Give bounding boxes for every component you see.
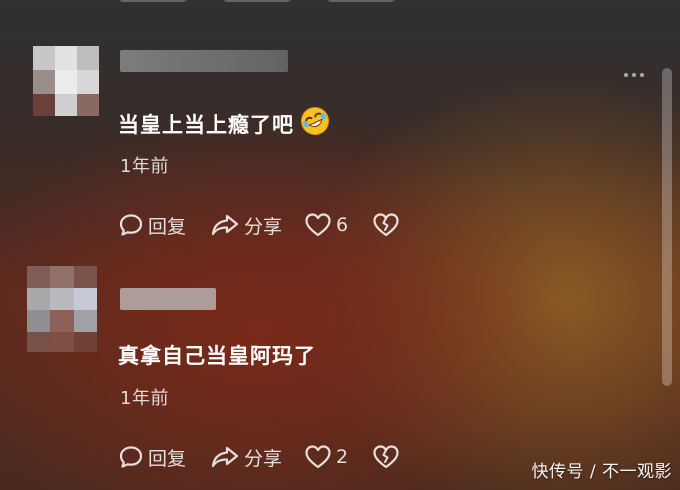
dislike-button[interactable]	[372, 444, 400, 470]
like-button[interactable]: 2	[304, 444, 348, 470]
share-icon	[211, 214, 239, 236]
dislike-button[interactable]	[372, 212, 400, 238]
avatar[interactable]	[27, 266, 97, 352]
username-blurred[interactable]	[120, 50, 288, 72]
share-button[interactable]: 分享	[210, 444, 282, 471]
reply-button[interactable]: 回复	[118, 212, 186, 239]
reply-icon	[119, 446, 143, 468]
comment-item: 当皇上当上瘾了吧 1年前 回复 分享 6	[0, 0, 680, 250]
share-label: 分享	[244, 447, 283, 470]
broken-heart-icon	[373, 213, 399, 237]
share-button[interactable]: 分享	[210, 212, 282, 239]
reply-label: 回复	[148, 215, 187, 238]
share-label: 分享	[244, 215, 283, 238]
reply-button[interactable]: 回复	[118, 444, 186, 471]
username-blurred[interactable]	[120, 288, 216, 310]
comment-text: 真拿自己当皇阿玛了	[118, 344, 316, 368]
comment-time: 1年前	[120, 156, 169, 177]
reply-icon	[119, 214, 143, 236]
like-count: 2	[336, 446, 349, 468]
avatar[interactable]	[33, 46, 99, 116]
comment-item: 真拿自己当皇阿玛了 1年前 回复 分享 2	[0, 250, 680, 490]
comment-actions: 回复 分享 6	[118, 210, 400, 240]
heart-icon	[305, 213, 331, 237]
broken-heart-icon	[373, 445, 399, 469]
rolling-on-floor-laughing-emoji-icon	[300, 106, 330, 141]
comment-time: 1年前	[120, 388, 169, 409]
comment-actions: 回复 分享 2	[118, 442, 400, 472]
like-button[interactable]: 6	[304, 212, 348, 238]
watermark: 快传号 / 不一观影	[531, 462, 672, 482]
heart-icon	[305, 445, 331, 469]
comment-text: 当皇上当上瘾了吧	[118, 106, 330, 141]
reply-label: 回复	[148, 447, 187, 470]
share-icon	[211, 446, 239, 468]
like-count: 6	[336, 214, 349, 236]
